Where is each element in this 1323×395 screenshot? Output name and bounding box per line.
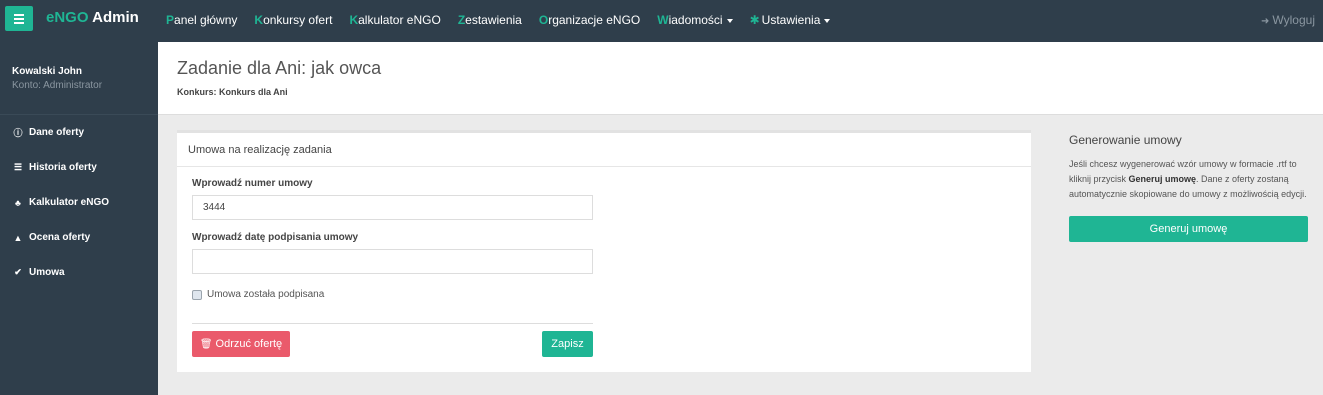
sidebar-item-umowa[interactable]: ✔ Umowa (0, 255, 158, 290)
info-icon: ⓘ (13, 128, 23, 138)
top-navbar: eNGO Admin Panel główny Konkursy ofert K… (0, 0, 1323, 42)
nav-wiadomosci-dropdown[interactable]: Wiadomości (657, 13, 733, 27)
gear-icon: ✱ (749, 13, 760, 27)
user-box: Kowalski John Konto: Administrator (0, 42, 158, 115)
sign-date-input[interactable] (192, 249, 593, 274)
sidebar-item-dane-oferty[interactable]: ⓘ Dane oferty (0, 115, 158, 150)
sign-date-label: Wprowadź datę podpisania umowy (192, 232, 359, 243)
save-button[interactable]: Zapisz (542, 331, 593, 357)
page-header: Zadanie dla Ani: jak owca Konkurs: Konku… (158, 42, 1323, 115)
contract-panel: Umowa na realizację zadania Wprowadź num… (177, 130, 1031, 372)
signed-checkbox-row[interactable]: Umowa została podpisana (192, 289, 324, 300)
hamburger-icon (14, 13, 24, 16)
generate-description: Jeśli chcesz wygenerować wzór umowy w fo… (1069, 159, 1307, 199)
signed-checkbox[interactable] (192, 289, 202, 300)
sidebar-menu: ⓘ Dane oferty ☰ Historia oferty ♣ Kalkulato… (0, 115, 158, 290)
contract-number-input[interactable]: 3444 (192, 195, 593, 220)
nav-panel-glowny[interactable]: Panel główny (166, 13, 237, 27)
brand-logo[interactable]: eNGO Admin (46, 9, 139, 26)
page-title: Zadanie dla Ani: jak owca (177, 58, 382, 78)
nav-organizacje-engo[interactable]: Organizacje eNGO (539, 13, 640, 27)
graduation-cap-icon: ▲ (13, 232, 23, 243)
sitemap-icon: ♣ (15, 197, 21, 208)
contract-number-label: Wprowadź numer umowy (192, 178, 313, 189)
caret-down-icon (824, 18, 831, 23)
trash-icon: 🗑 (199, 338, 213, 350)
sign-out-icon: ➜ (1261, 16, 1270, 27)
logout-link[interactable]: ➜ Wyloguj (1261, 13, 1315, 27)
signed-checkbox-label: Umowa została podpisana (207, 289, 325, 300)
reject-offer-button[interactable]: 🗑 Odrzuć ofertę (192, 331, 290, 357)
nav-zestawienia[interactable]: Zestawienia (458, 13, 522, 27)
user-name: Kowalski John (12, 66, 83, 77)
main-nav: Panel główny Konkursy ofert Kalkulator e… (166, 13, 847, 27)
generate-title: Generowanie umowy (1069, 133, 1182, 147)
nav-ustawienia-dropdown[interactable]: ✱ Ustawienia (750, 13, 831, 27)
sidebar: Kowalski John Konto: Administrator ⓘ Dane… (0, 42, 158, 395)
divider (192, 323, 593, 324)
generate-contract-button[interactable]: Generuj umowę (1069, 216, 1308, 242)
caret-down-icon (726, 18, 733, 23)
user-role: Konto: Administrator (12, 80, 103, 91)
menu-toggle-button[interactable] (5, 6, 33, 31)
sidebar-item-historia-oferty[interactable]: ☰ Historia oferty (0, 150, 158, 185)
nav-kalkulator-engo[interactable]: Kalkulator eNGO (349, 13, 440, 27)
panel-title: Umowa na realizację zadania (177, 133, 1031, 167)
check-circle-icon: ✔ (14, 267, 22, 277)
sidebar-item-ocena-oferty[interactable]: ▲ Ocena oferty (0, 220, 158, 255)
generate-contract-box: Generowanie umowy Jeśli chcesz wygenerow… (1069, 130, 1309, 242)
nav-konkursy-ofert[interactable]: Konkursy ofert (254, 13, 332, 27)
list-icon: ☰ (13, 162, 23, 172)
sidebar-item-kalkulator-engo[interactable]: ♣ Kalkulator eNGO (0, 185, 158, 220)
page-subtitle: Konkurs: Konkurs dla Ani (177, 87, 288, 97)
